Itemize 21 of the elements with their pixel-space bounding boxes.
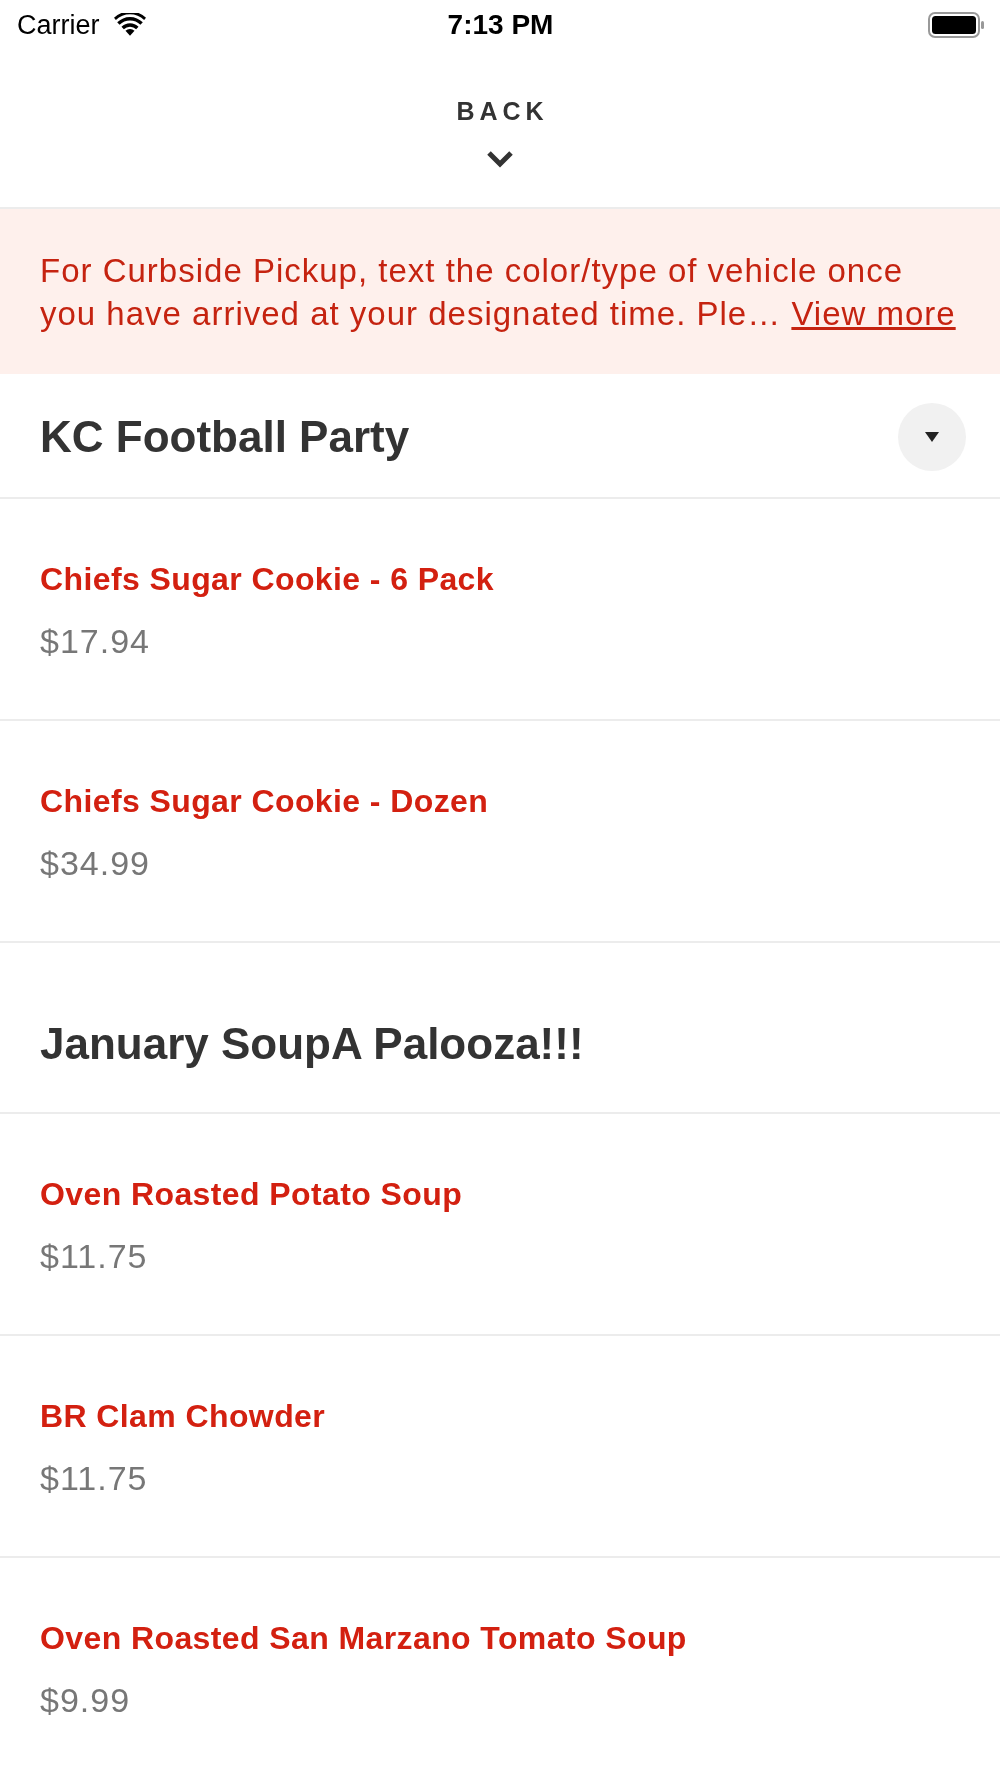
menu-item-name[interactable]: Chiefs Sugar Cookie - Dozen <box>40 781 489 821</box>
menu-item-name[interactable]: Chiefs Sugar Cookie - 6 Pack <box>40 559 494 599</box>
status-time: 7:13 PM <box>447 9 554 41</box>
notice-text: For Curbside Pickup, text the color/type of vehicle once you have arrived at your designated time. Ple… View more <box>40 251 957 334</box>
menu-item-price: $34.99 <box>40 843 150 883</box>
caret-icon <box>925 432 939 442</box>
chevron-down-icon <box>486 150 514 168</box>
wifi-icon <box>113 13 146 37</box>
section-title: KC Football Party <box>40 411 410 463</box>
menu-item-name[interactable]: BR Clam Chowder <box>40 1396 326 1436</box>
menu-item-price: $11.75 <box>40 1458 148 1498</box>
carrier-name: Carrier <box>17 9 100 41</box>
section-title: January SoupA Palooza!!! <box>40 1018 584 1070</box>
menu-item-price: $17.94 <box>40 621 150 661</box>
menu-item-price: $9.99 <box>40 1680 131 1720</box>
back-button[interactable]: BACK <box>456 96 544 180</box>
menu-item-name[interactable]: Oven Roasted Potato Soup <box>40 1174 463 1214</box>
battery-icon <box>928 12 984 38</box>
view-more-link[interactable]: View more <box>791 295 956 332</box>
menu-item-name[interactable]: Oven Roasted San Marzano Tomato Soup <box>40 1618 687 1658</box>
menu-item-price: $11.75 <box>40 1236 148 1276</box>
